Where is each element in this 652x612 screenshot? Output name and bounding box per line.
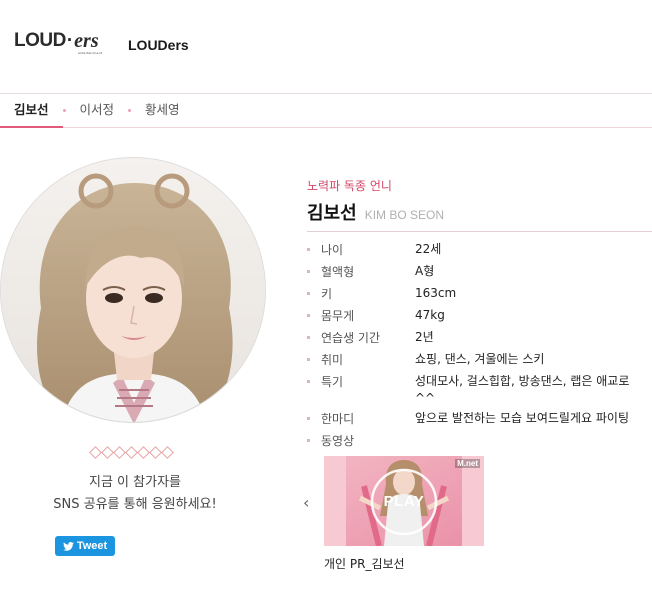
bullet <box>307 358 310 361</box>
detail-value: 2년 <box>415 330 434 344</box>
sns-support-message: 지금 이 참가자를 SNS 공유를 통해 응원하세요! <box>30 472 240 516</box>
profile-photo <box>0 157 266 423</box>
detail-label: 몸무게 <box>321 309 355 323</box>
support-line-1: 지금 이 참가자를 <box>89 475 181 490</box>
detail-value: 22세 <box>415 242 442 256</box>
tab-trainee-2[interactable]: 이서정 <box>66 94 129 128</box>
detail-label: 나이 <box>321 243 344 257</box>
bullet <box>307 336 310 339</box>
detail-label: 연습생 기간 <box>321 331 381 345</box>
logo-subtext: entertainment <box>78 51 103 55</box>
tweet-button-label: Tweet <box>76 540 108 552</box>
logo-text-dot: · <box>66 30 74 51</box>
company-name: LOUDers <box>128 37 189 53</box>
detail-row-talent: 특기 성대모사, 걸스힙합, 방송댄스, 랩은 애교로 ^^ <box>307 373 652 407</box>
header: LOUD · ers entertainment LOUDers <box>0 0 652 90</box>
divider <box>307 231 652 232</box>
detail-label: 혈액형 <box>321 265 355 279</box>
bullet <box>307 292 310 295</box>
chevron-left-icon[interactable]: ‹ <box>303 493 309 512</box>
video-caption[interactable]: 개인 PR_김보선 <box>324 555 405 572</box>
detail-row-blood-type: 혈액형 A형 <box>307 263 652 281</box>
name-korean: 김보선 <box>307 203 357 224</box>
diamond-ornament <box>89 446 101 458</box>
name-english: KIM BO SEON <box>364 208 445 222</box>
diamond-ornament <box>125 446 137 458</box>
trainee-name: 김보선 KIM BO SEON <box>307 199 444 225</box>
detail-value: 성대모사, 걸스힙합, 방송댄스, 랩은 애교로 ^^ <box>415 374 630 405</box>
diamond-ornament <box>161 446 173 458</box>
diamond-ornament <box>149 446 161 458</box>
detail-label: 동영상 <box>321 434 355 448</box>
profile-portrait-illustration <box>1 158 265 422</box>
tab-trainee-1[interactable]: 김보선 <box>0 94 63 128</box>
detail-value: 163cm <box>415 286 457 300</box>
detail-value: 쇼핑, 댄스, 겨울에는 스키 <box>415 352 545 366</box>
bullet <box>307 417 310 420</box>
tweet-button[interactable]: Tweet <box>55 536 115 556</box>
diamond-ornament <box>113 446 125 458</box>
catchphrase: 노력파 독종 언니 <box>307 179 392 193</box>
support-line-2: SNS 공유를 통해 응원하세요! <box>53 497 217 512</box>
bullet <box>307 380 310 383</box>
detail-row-message: 한마디 앞으로 발전하는 모습 보여드릴게요 파이팅 <box>307 410 652 428</box>
detail-value: A형 <box>415 264 435 278</box>
detail-row-trainee-period: 연습생 기간 2년 <box>307 329 652 347</box>
detail-label: 특기 <box>321 375 344 389</box>
trainee-tabs: 김보선 이서정 황세영 <box>0 93 652 128</box>
detail-row-age: 나이 22세 <box>307 241 652 259</box>
company-logo[interactable]: LOUD · ers entertainment <box>14 30 102 55</box>
logo-text-ers: ers <box>74 30 99 52</box>
detail-value: 47kg <box>415 308 445 322</box>
channel-badge: M.net <box>455 459 480 468</box>
logo-text-main: LOUD <box>14 30 66 51</box>
detail-row-video: 동영상 <box>307 432 652 450</box>
detail-label: 취미 <box>321 353 344 367</box>
detail-label: 키 <box>321 287 333 301</box>
play-label: PLAY <box>383 493 425 510</box>
tab-trainee-3[interactable]: 황세영 <box>131 94 194 128</box>
video-thumbnail[interactable]: PLAY M.net <box>324 456 484 546</box>
bullet <box>307 248 310 251</box>
bullet <box>307 270 310 273</box>
bullet <box>307 439 310 442</box>
decorative-diamonds <box>89 446 173 458</box>
detail-label: 한마디 <box>321 412 355 426</box>
detail-row-hobby: 취미 쇼핑, 댄스, 겨울에는 스키 <box>307 351 652 369</box>
twitter-bird-icon <box>62 541 74 551</box>
detail-value: 앞으로 발전하는 모습 보여드릴게요 파이팅 <box>415 411 629 425</box>
diamond-ornament <box>137 446 149 458</box>
diamond-ornament <box>101 446 113 458</box>
detail-row-weight: 몸무게 47kg <box>307 307 652 325</box>
bullet <box>307 314 310 317</box>
detail-row-height: 키 163cm <box>307 285 652 303</box>
